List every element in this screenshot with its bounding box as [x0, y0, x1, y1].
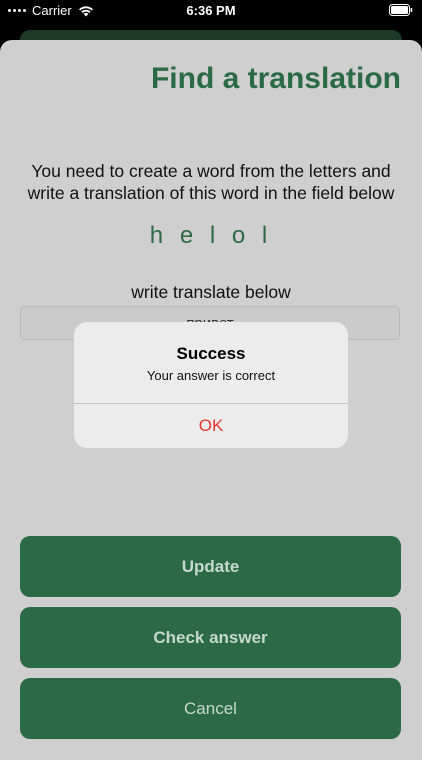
alert-ok-button[interactable]: OK	[74, 404, 348, 448]
cancel-button[interactable]: Cancel	[20, 678, 401, 739]
update-button[interactable]: Update	[20, 536, 401, 597]
status-time: 6:36 PM	[186, 3, 236, 18]
translation-field-label: write translate below	[131, 282, 291, 302]
alert-title: Success	[176, 344, 246, 363]
status-bar: Carrier 6:36 PM	[0, 0, 422, 22]
alert-message: Your answer is correct	[146, 368, 276, 383]
battery-icon	[389, 4, 413, 16]
success-alert: Success Your answer is correct OK	[74, 322, 348, 448]
page-title: Find a translation	[150, 62, 401, 95]
scrambled-letters: h e l o l	[149, 222, 273, 249]
instructions-text: You need to create a word from the lette…	[27, 161, 395, 203]
check-answer-button[interactable]: Check answer	[20, 607, 401, 668]
